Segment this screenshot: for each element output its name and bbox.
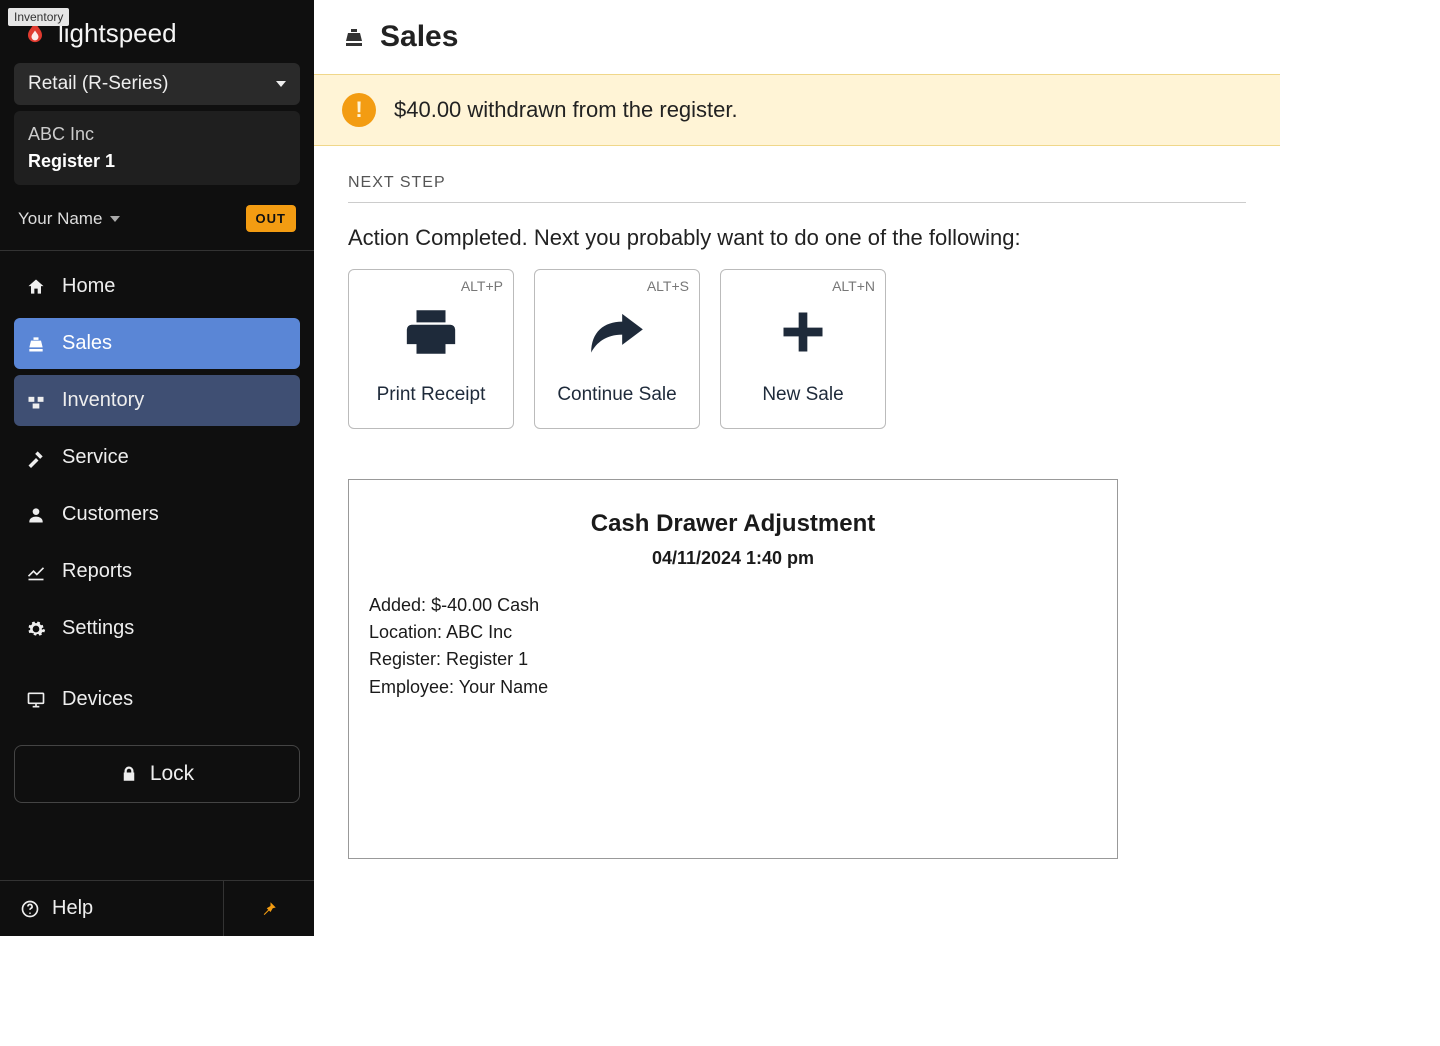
shortcut-label: ALT+P [461,278,503,294]
alert-text: $40.00 withdrawn from the register. [394,97,738,123]
chevron-down-icon [110,216,120,222]
nav-label: Settings [62,617,134,640]
brand-name: lightspeed [58,18,177,49]
receipt-panel: Cash Drawer Adjustment 04/11/2024 1:40 p… [348,479,1118,859]
monitor-icon [26,690,48,710]
page-header: Sales [314,0,1280,74]
lock-icon [120,765,138,783]
register-icon [26,334,48,354]
action-label: New Sale [762,384,843,418]
user-name-label: Your Name [18,209,102,229]
help-button[interactable]: Help [0,881,224,936]
user-row: Your Name OUT [14,195,300,246]
chart-icon [26,562,48,582]
receipt-line-added: Added: $-40.00 Cash [369,593,1097,618]
store-register-box[interactable]: ABC Inc Register 1 [14,111,300,185]
sidebar: Inventory lightspeed Retail (R-Series) A… [0,0,314,936]
action-label: Continue Sale [557,384,676,418]
lock-button[interactable]: Lock [14,745,300,803]
nav-label: Service [62,446,129,469]
store-name: ABC Inc [28,121,286,148]
action-row: ALT+P Print Receipt ALT+S Continue Sale … [348,269,1246,429]
printer-icon [402,280,460,384]
nav-inventory[interactable]: Inventory [14,375,300,426]
receipt-line-location: Location: ABC Inc [369,620,1097,645]
nav-customers[interactable]: Customers [14,489,300,540]
user-menu[interactable]: Your Name [18,209,120,229]
chevron-down-icon [276,81,286,87]
boxes-icon [26,391,48,411]
register-icon [342,25,366,49]
nav-label: Inventory [62,389,144,412]
clock-out-button[interactable]: OUT [246,205,296,232]
receipt-line-register: Register: Register 1 [369,647,1097,672]
divider [0,250,314,251]
plus-icon [777,280,829,384]
new-sale-button[interactable]: ALT+N New Sale [720,269,886,429]
lock-label: Lock [150,762,194,786]
nav-devices[interactable]: Devices [14,674,300,725]
alert-banner: ! $40.00 withdrawn from the register. [314,74,1280,146]
continue-sale-button[interactable]: ALT+S Continue Sale [534,269,700,429]
product-selector[interactable]: Retail (R-Series) [14,63,300,105]
nav-label: Sales [62,332,112,355]
receipt-title: Cash Drawer Adjustment [369,510,1097,538]
hammer-icon [26,448,48,468]
pin-button[interactable] [224,884,314,934]
shortcut-label: ALT+S [647,278,689,294]
nav-label: Home [62,275,115,298]
exclamation-icon: ! [342,93,376,127]
receipt-details: Added: $-40.00 Cash Location: ABC Inc Re… [369,593,1097,700]
gear-icon [26,619,48,639]
content: NEXT STEP Action Completed. Next you pro… [314,146,1280,887]
main: Sales ! $40.00 withdrawn from the regist… [314,0,1280,936]
nav-label: Devices [62,688,133,711]
pin-icon [260,900,278,918]
help-icon [20,899,40,919]
receipt-datetime: 04/11/2024 1:40 pm [369,548,1097,569]
section-label: NEXT STEP [348,174,1246,203]
nav-home[interactable]: Home [14,261,300,312]
help-label: Help [52,897,93,920]
product-selector-label: Retail (R-Series) [28,73,168,95]
tooltip-inventory: Inventory [8,8,69,26]
user-icon [26,505,48,525]
bottom-row: Help [0,880,314,936]
forward-arrow-icon [586,280,648,384]
print-receipt-button[interactable]: ALT+P Print Receipt [348,269,514,429]
action-description: Action Completed. Next you probably want… [348,225,1246,251]
nav-settings[interactable]: Settings [14,603,300,654]
shortcut-label: ALT+N [832,278,875,294]
action-label: Print Receipt [377,384,486,418]
register-name: Register 1 [28,148,286,175]
home-icon [26,277,48,297]
nav-label: Customers [62,503,159,526]
page-title: Sales [380,20,458,54]
nav-service[interactable]: Service [14,432,300,483]
receipt-line-employee: Employee: Your Name [369,675,1097,700]
nav-sales[interactable]: Sales [14,318,300,369]
nav-label: Reports [62,560,132,583]
nav: Home Sales Inventory Service Customers [0,261,314,731]
nav-reports[interactable]: Reports [14,546,300,597]
